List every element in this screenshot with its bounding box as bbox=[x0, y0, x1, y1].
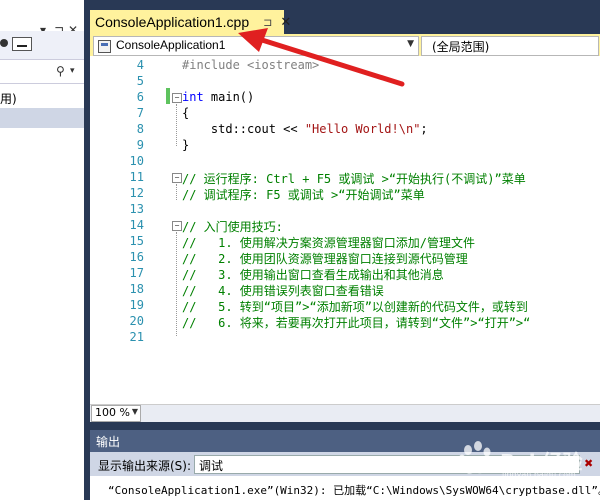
baidu-watermark: Bai 经验 jingyan.baidu.com bbox=[454, 438, 594, 482]
project-name: ConsoleApplication1 bbox=[116, 38, 226, 52]
paw-icon bbox=[458, 441, 491, 474]
code-line-13[interactable]: 13 bbox=[90, 202, 600, 218]
code-text: { bbox=[182, 106, 190, 120]
code-line-7[interactable]: 7{ bbox=[90, 106, 600, 122]
document-tab[interactable]: ConsoleApplication1.cpp ⊐ ✕ bbox=[90, 10, 291, 34]
document-tab-label: ConsoleApplication1.cpp bbox=[95, 14, 250, 30]
line-number: 15 bbox=[129, 234, 144, 248]
project-icon bbox=[98, 40, 111, 53]
code-line-14[interactable]: 14 −// 入门使用技巧: bbox=[90, 218, 600, 234]
line-number: 6 bbox=[136, 90, 144, 104]
code-line-21[interactable]: 21 bbox=[90, 330, 600, 346]
code-line-11[interactable]: 11 −// 运行程序: Ctrl + F5 或调试 >“开始执行(不调试)”菜单 bbox=[90, 170, 600, 186]
code-line-19[interactable]: 19 // 5. 转到“项目”>“添加新项”以创建新的代码文件，或转到 bbox=[90, 298, 600, 314]
output-line: “ConsoleApplication1.exe”(Win32): 已加载“C:… bbox=[108, 484, 600, 497]
scope-name: (全局范围) bbox=[432, 40, 490, 54]
code-line-12[interactable]: 12 // 调试程序: F5 或调试 >“开始调试”菜单 bbox=[90, 186, 600, 202]
search-icon[interactable]: ⚲ bbox=[56, 64, 65, 78]
line-number: 10 bbox=[129, 154, 144, 168]
code-text: #include <iostream> bbox=[182, 58, 320, 72]
line-number: 13 bbox=[129, 202, 144, 216]
chevron-down-icon[interactable]: ▼ bbox=[407, 39, 414, 49]
home-icon[interactable] bbox=[0, 39, 8, 47]
code-text: // 运行程序: Ctrl + F5 或调试 >“开始执行(不调试)”菜单 bbox=[182, 172, 526, 186]
scope-dropdown[interactable]: (全局范围) bbox=[421, 36, 599, 56]
line-number: 21 bbox=[129, 330, 144, 344]
zoom-value: 100 % bbox=[95, 406, 130, 419]
fold-guide bbox=[176, 104, 178, 146]
code-text: // 1. 使用解决方案资源管理器窗口添加/管理文件 bbox=[182, 236, 476, 250]
line-number: 12 bbox=[129, 186, 144, 200]
close-icon[interactable]: ✕ bbox=[280, 15, 291, 30]
code-text: // 4. 使用错误列表窗口查看错误 bbox=[182, 284, 384, 298]
fold-toggle-icon[interactable]: − bbox=[172, 93, 182, 103]
tree-item-selected[interactable] bbox=[0, 108, 84, 128]
line-number: 16 bbox=[129, 250, 144, 264]
line-number: 14 bbox=[129, 218, 144, 232]
chevron-down-icon[interactable]: ▼ bbox=[132, 407, 138, 416]
code-text: int main() bbox=[182, 90, 255, 104]
code-line-18[interactable]: 18 // 4. 使用错误列表窗口查看错误 bbox=[90, 282, 600, 298]
editor-status-bar: 100 % ▼ bbox=[90, 404, 600, 422]
code-line-10[interactable]: 10 bbox=[90, 154, 600, 170]
tree-item[interactable]: 用) bbox=[0, 90, 17, 107]
zoom-dropdown[interactable]: 100 % ▼ bbox=[91, 405, 141, 422]
line-number: 7 bbox=[136, 106, 144, 120]
code-line-20[interactable]: 20 // 6. 将来，若要再次打开此项目，请转到“文件”>“打开”>“ bbox=[90, 314, 600, 330]
line-number: 9 bbox=[136, 138, 144, 152]
line-number: 5 bbox=[136, 74, 144, 88]
code-line-15[interactable]: 15 // 1. 使用解决方案资源管理器窗口添加/管理文件 bbox=[90, 234, 600, 250]
code-text: // 入门使用技巧: bbox=[182, 220, 283, 234]
code-line-16[interactable]: 16 // 2. 使用团队资源管理器窗口连接到源代码管理 bbox=[90, 250, 600, 266]
project-dropdown[interactable]: ConsoleApplication1 ▼ bbox=[93, 36, 419, 56]
panel-title-bar: ▾ ⊐ ✕ bbox=[0, 10, 84, 37]
code-line-9[interactable]: 9} bbox=[90, 138, 600, 154]
code-text: } bbox=[182, 138, 190, 152]
code-text: // 调试程序: F5 或调试 >“开始调试”菜单 bbox=[182, 188, 425, 202]
navigation-bar: ConsoleApplication1 ▼ (全局范围) bbox=[90, 34, 600, 56]
panel-search-bar[interactable]: ⚲ ▾ bbox=[0, 61, 84, 84]
code-text: // 5. 转到“项目”>“添加新项”以创建新的代码文件，或转到 bbox=[182, 300, 528, 314]
line-number: 11 bbox=[129, 170, 144, 184]
output-source-value: 调试 bbox=[199, 459, 224, 473]
watermark-subtext: jingyan.baidu.com bbox=[502, 470, 576, 479]
code-line-4[interactable]: 4 #include <iostream> bbox=[90, 58, 600, 74]
code-text: std::cout << "Hello World!\n"; bbox=[182, 122, 428, 136]
code-text: // 2. 使用团队资源管理器窗口连接到源代码管理 bbox=[182, 252, 468, 266]
solution-explorer-panel: ▾ ⊐ ✕ ⚲ ▾ 用) bbox=[0, 0, 84, 500]
change-indicator bbox=[166, 88, 170, 104]
line-number: 17 bbox=[129, 266, 144, 280]
line-number: 20 bbox=[129, 314, 144, 328]
line-number: 4 bbox=[136, 58, 144, 72]
fold-toggle-icon[interactable]: − bbox=[172, 221, 182, 231]
view-icon[interactable] bbox=[12, 37, 32, 51]
output-title: 输出 bbox=[96, 435, 121, 449]
line-number: 18 bbox=[129, 282, 144, 296]
line-number: 19 bbox=[129, 298, 144, 312]
code-line-8[interactable]: 8 std::cout << "Hello World!\n"; bbox=[90, 122, 600, 138]
fold-guide bbox=[176, 232, 178, 336]
fold-guide bbox=[176, 184, 178, 200]
output-source-label: 显示输出来源(S): bbox=[98, 459, 192, 473]
line-number: 8 bbox=[136, 122, 144, 136]
fold-toggle-icon[interactable]: − bbox=[172, 173, 182, 183]
panel-toolbar bbox=[0, 31, 84, 60]
chevron-down-icon[interactable]: ▾ bbox=[70, 66, 75, 76]
code-line-17[interactable]: 17 // 3. 使用输出窗口查看生成输出和其他消息 bbox=[90, 266, 600, 282]
code-text: // 3. 使用输出窗口查看生成输出和其他消息 bbox=[182, 268, 444, 282]
code-editor[interactable]: 4 #include <iostream> 5 6− int main() 7{8 std… bbox=[90, 56, 600, 404]
pin-icon[interactable]: ⊐ bbox=[263, 16, 272, 29]
code-text: // 6. 将来，若要再次打开此项目，请转到“文件”>“打开”>“ bbox=[182, 316, 531, 330]
